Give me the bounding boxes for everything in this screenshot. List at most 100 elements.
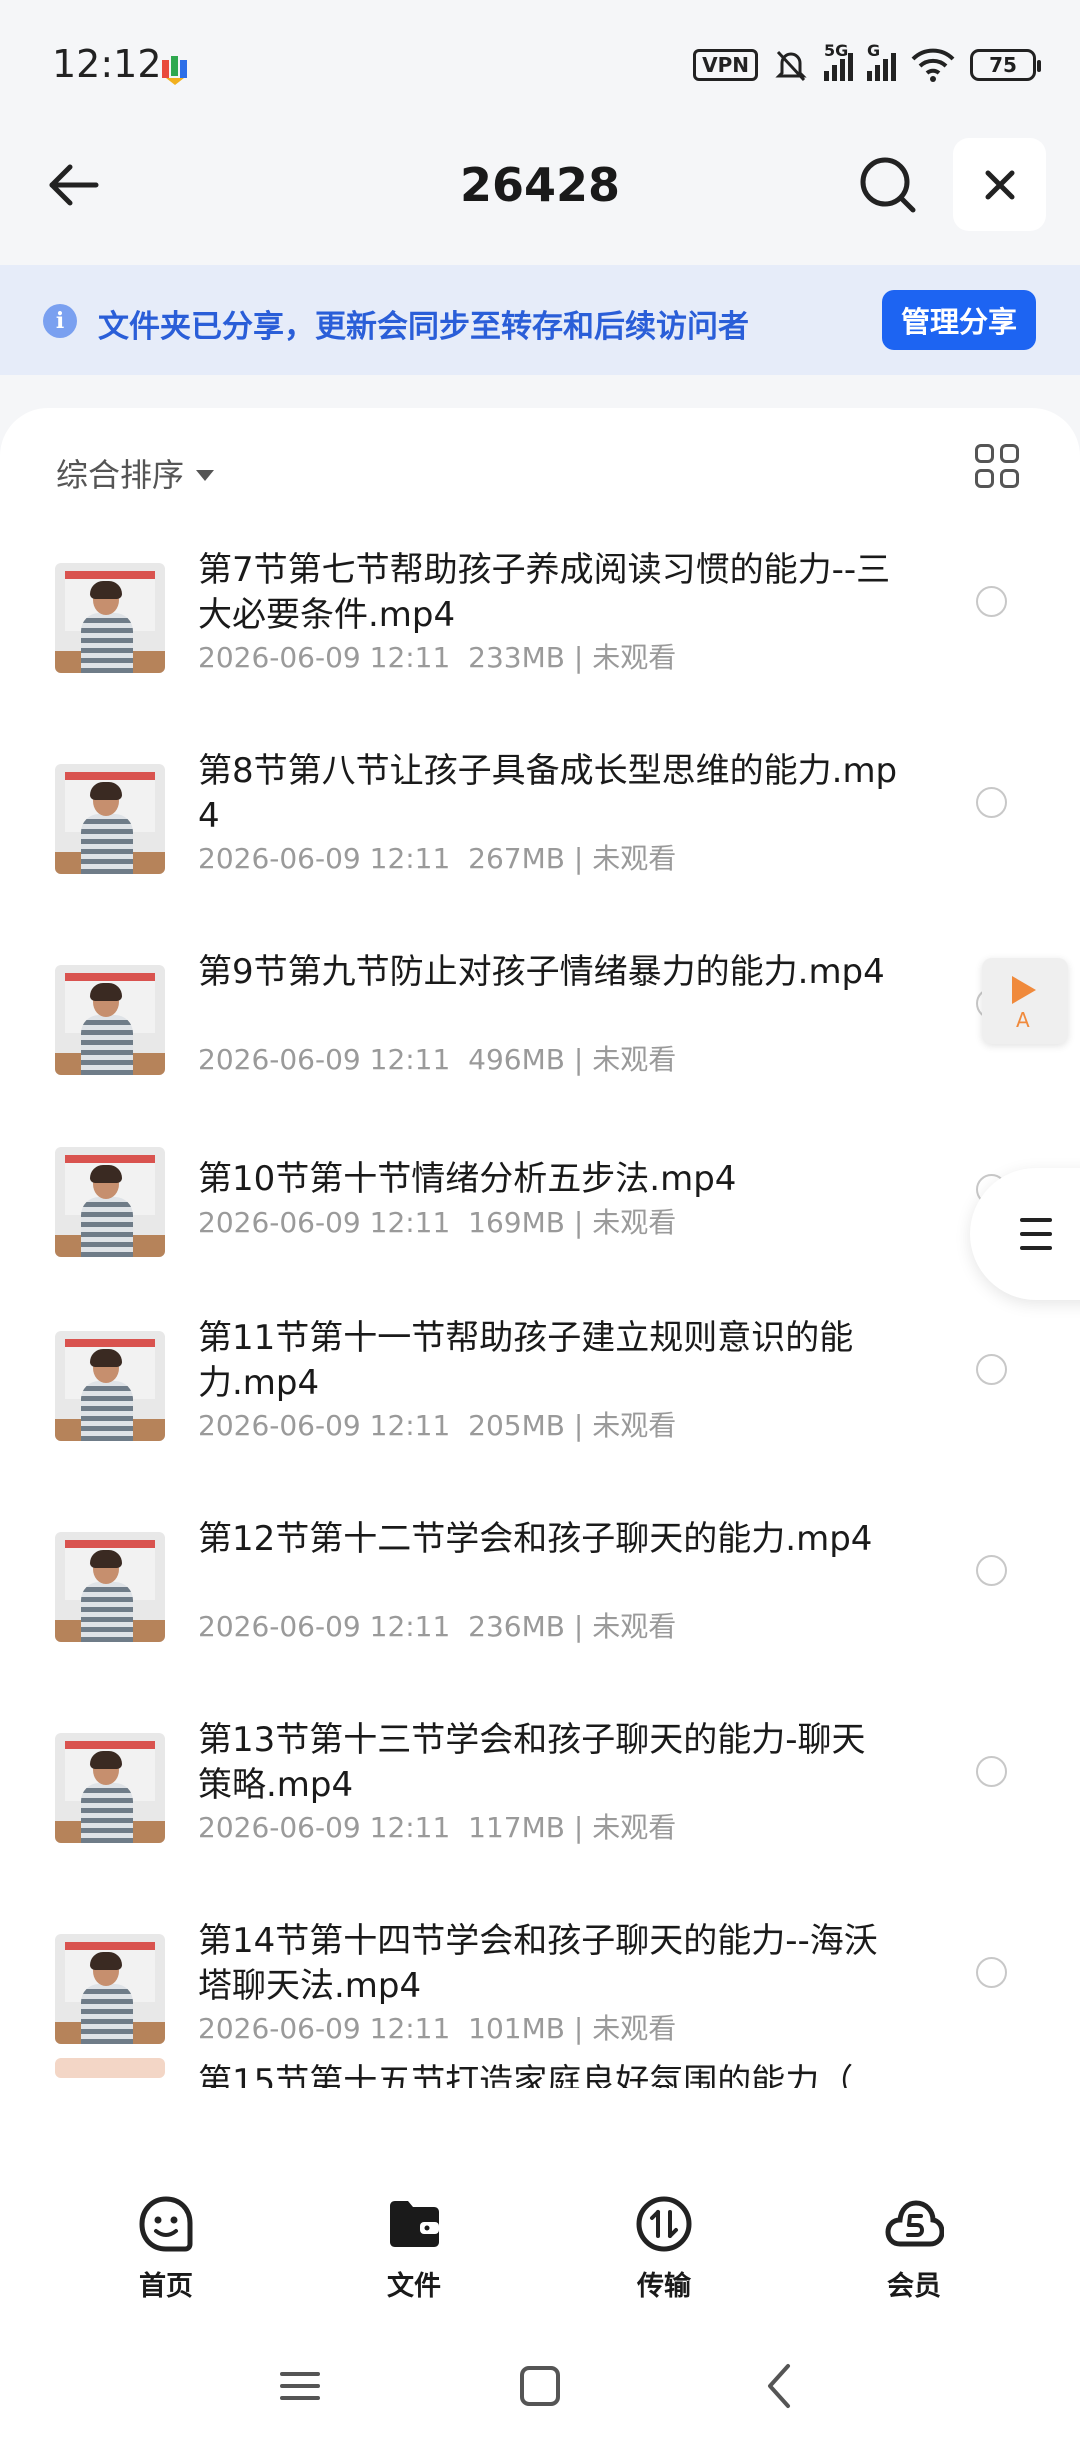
status-time: 12:12 <box>52 42 162 86</box>
sort-label: 综合排序 <box>56 456 185 494</box>
tab-home[interactable]: 首页 <box>106 2194 226 2304</box>
back-chevron-icon[interactable] <box>750 2356 810 2416</box>
file-date: 2026-06-09 12:11 <box>198 1610 451 1643</box>
file-size: 117MB <box>468 1811 565 1844</box>
tab-transfer[interactable]: 传输 <box>604 2194 724 2304</box>
cloud-s-icon <box>885 2200 945 2247</box>
app-notification-icon <box>162 56 187 85</box>
file-name: 第15节第十五节打造家庭良好氛围的能力（ <box>198 2062 854 2088</box>
select-checkbox[interactable] <box>976 586 1007 617</box>
mute-bell-icon <box>775 50 807 82</box>
grid-view-icon[interactable] <box>975 444 1019 488</box>
tab-label: 首页 <box>139 2271 193 2302</box>
video-thumbnail <box>55 1147 165 1257</box>
file-size: 267MB <box>468 842 565 875</box>
select-checkbox[interactable] <box>976 1555 1007 1586</box>
share-banner: i 文件夹已分享，更新会同步至转存和后续访问者 管理分享 <box>0 265 1080 375</box>
file-size: 236MB <box>468 1610 565 1643</box>
file-date: 2026-06-09 12:11 <box>198 1206 451 1239</box>
file-name: 第12节第十二节学会和孩子聊天的能力.mp4 <box>198 1519 873 1559</box>
home-square-icon[interactable] <box>510 2356 570 2416</box>
share-banner-text: 文件夹已分享，更新会同步至转存和后续访问者 <box>98 309 749 345</box>
file-list: 第7节第七节帮助孩子养成阅读习惯的能力--三大必要条件.mp4 2026-06-… <box>0 518 1080 2090</box>
vpn-badge: VPN <box>693 49 758 81</box>
sort-dropdown[interactable]: 综合排序 <box>56 450 215 496</box>
list-item-partial[interactable]: 第15节第十五节打造家庭良好氛围的能力（ <box>0 2028 1080 2088</box>
wifi-icon <box>911 48 955 82</box>
file-meta: 2026-06-09 12:11 205MB | 未观看 <box>198 1409 677 1442</box>
close-icon <box>985 170 1014 199</box>
select-checkbox[interactable] <box>976 1354 1007 1385</box>
list-item[interactable]: 第11节第十一节帮助孩子建立规则意识的能力.mp4 2026-06-09 12:… <box>0 1286 1080 1487</box>
caret-down-icon <box>196 469 215 481</box>
signal-g-icon: G <box>867 41 896 81</box>
search-icon[interactable] <box>855 152 921 218</box>
file-name: 第10节第十节情绪分析五步法.mp4 <box>198 1159 737 1199</box>
file-meta: 2026-06-09 12:11 496MB | 未观看 <box>198 1043 677 1076</box>
video-thumbnail <box>55 965 165 1075</box>
tab-files[interactable]: 文件 <box>354 2194 474 2304</box>
file-status: 未观看 <box>592 1206 677 1239</box>
tab-label: 会员 <box>887 2271 941 2302</box>
file-size: 169MB <box>468 1206 565 1239</box>
status-bar: 12:12 VPN 5G G 75 <box>0 0 1080 130</box>
status-icons: VPN 5G G 75 <box>693 41 1041 84</box>
file-date: 2026-06-09 12:11 <box>198 1811 451 1844</box>
list-item[interactable]: 第12节第十二节学会和孩子聊天的能力.mp4 2026-06-09 12:11 … <box>0 1487 1080 1688</box>
video-thumbnail <box>55 1733 165 1843</box>
file-status: 未观看 <box>592 1610 677 1643</box>
select-checkbox[interactable] <box>976 787 1007 818</box>
video-thumbnail <box>55 1331 165 1441</box>
tab-label: 文件 <box>387 2271 441 2302</box>
file-name: 第8节第八节让孩子具备成长型思维的能力.mp4 <box>198 751 898 836</box>
select-checkbox[interactable] <box>976 1957 1007 1988</box>
file-meta: 2026-06-09 12:11 267MB | 未观看 <box>198 842 677 875</box>
file-meta: 2026-06-09 12:11 169MB | 未观看 <box>198 1206 677 1239</box>
list-item[interactable]: 第9节第九节防止对孩子情绪暴力的能力.mp4 2026-06-09 12:11 … <box>0 920 1080 1121</box>
file-date: 2026-06-09 12:11 <box>198 842 451 875</box>
close-button[interactable] <box>953 138 1046 231</box>
select-checkbox[interactable] <box>976 1756 1007 1787</box>
file-status: 未观看 <box>592 1811 677 1844</box>
list-item[interactable]: 第13节第十三节学会和孩子聊天的能力-聊天策略.mp4 2026-06-09 1… <box>0 1688 1080 1889</box>
file-status: 未观看 <box>592 1409 677 1442</box>
file-meta: 2026-06-09 12:11 117MB | 未观看 <box>198 1811 677 1844</box>
video-thumbnail <box>55 1532 165 1642</box>
smile-face-icon <box>139 2196 193 2252</box>
file-name: 第7节第七节帮助孩子养成阅读习惯的能力--三大必要条件.mp4 <box>198 550 891 635</box>
file-name: 第11节第十一节帮助孩子建立规则意识的能力.mp4 <box>198 1318 854 1403</box>
battery-icon: 75 <box>970 49 1041 81</box>
recent-apps-icon[interactable] <box>270 2356 330 2416</box>
file-status: 未观看 <box>592 1043 677 1076</box>
video-thumbnail <box>55 563 165 673</box>
video-thumbnail <box>55 764 165 874</box>
signal-5g-icon: 5G <box>824 41 853 81</box>
file-date: 2026-06-09 12:11 <box>198 1409 451 1442</box>
system-navigation-bar <box>0 2320 1080 2460</box>
file-name: 第14节第十四节学会和孩子聊天的能力--海沃塔聊天法.mp4 <box>198 1921 878 2006</box>
file-list-panel: 综合排序 第7节第七节帮助孩子养成阅读习惯的能力--三大必要条件.mp4 202… <box>0 408 1080 2158</box>
list-item[interactable]: 第8节第八节让孩子具备成长型思维的能力.mp4 2026-06-09 12:11… <box>0 719 1080 920</box>
file-meta: 2026-06-09 12:11 233MB | 未观看 <box>198 641 677 674</box>
floating-player-button[interactable]: A <box>982 958 1068 1044</box>
folder-icon <box>390 2201 439 2247</box>
manage-share-button[interactable]: 管理分享 <box>882 290 1036 350</box>
floating-player-label: A <box>1016 1008 1030 1032</box>
file-meta: 2026-06-09 12:11 236MB | 未观看 <box>198 1610 677 1643</box>
list-item[interactable]: 第10节第十节情绪分析五步法.mp4 2026-06-09 12:11 169M… <box>0 1121 1080 1286</box>
file-date: 2026-06-09 12:11 <box>198 1043 451 1076</box>
file-size: 496MB <box>468 1043 565 1076</box>
tab-member[interactable]: 会员 <box>854 2194 974 2304</box>
header: 26428 <box>0 130 1080 265</box>
transfer-icon <box>636 2196 692 2252</box>
tab-label: 传输 <box>637 2271 691 2302</box>
video-thumbnail <box>55 2058 165 2078</box>
play-icon <box>1012 976 1036 1004</box>
file-size: 205MB <box>468 1409 565 1442</box>
list-item[interactable]: 第7节第七节帮助孩子养成阅读习惯的能力--三大必要条件.mp4 2026-06-… <box>0 518 1080 719</box>
file-name: 第13节第十三节学会和孩子聊天的能力-聊天策略.mp4 <box>198 1720 866 1805</box>
info-icon: i <box>43 304 77 338</box>
file-status: 未观看 <box>592 842 677 875</box>
file-status: 未观看 <box>592 641 677 674</box>
file-date: 2026-06-09 12:11 <box>198 641 451 674</box>
